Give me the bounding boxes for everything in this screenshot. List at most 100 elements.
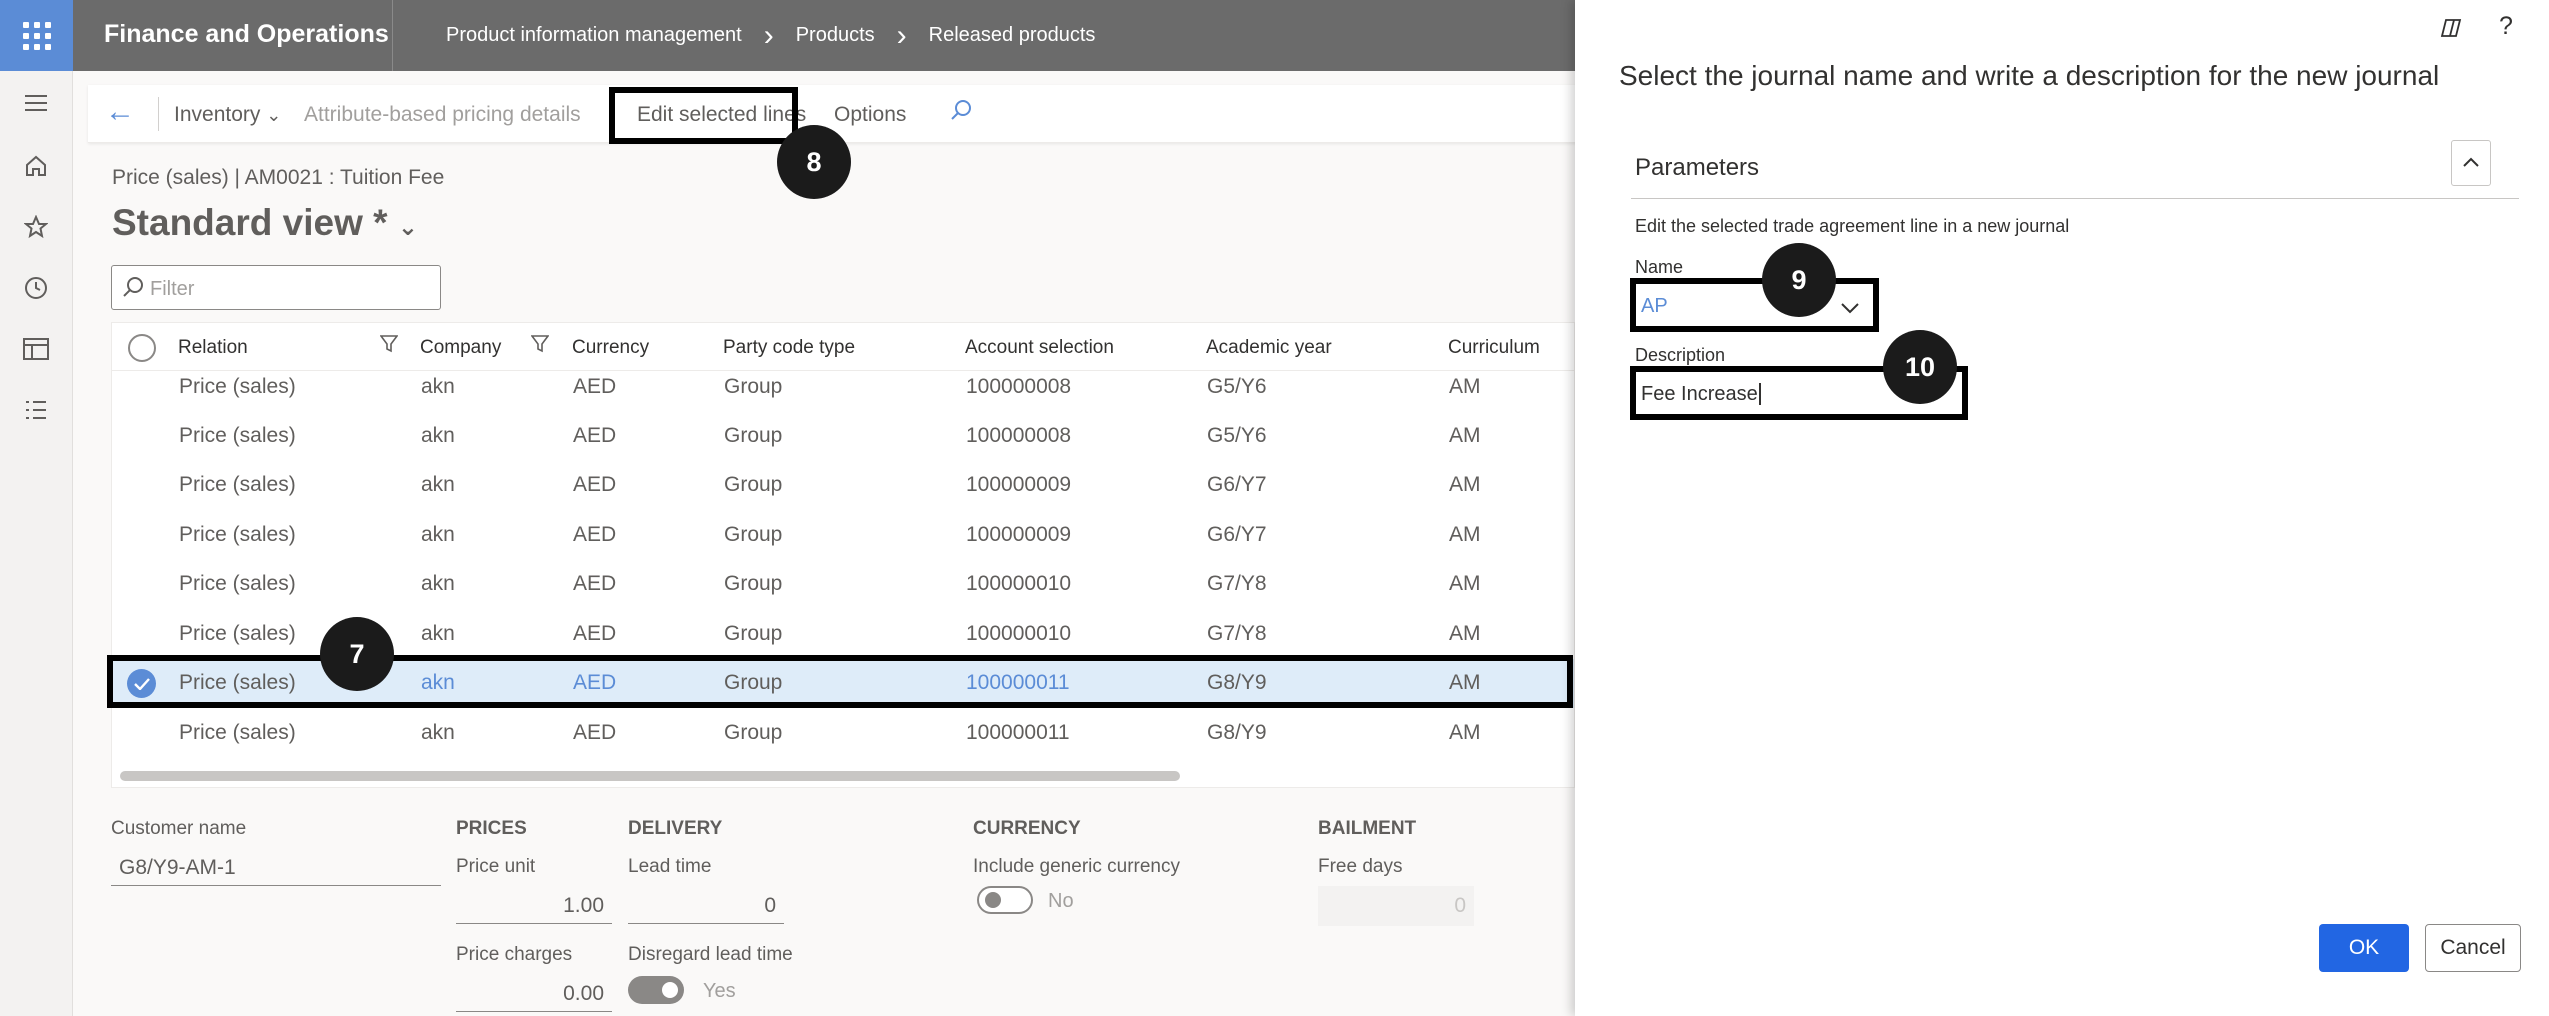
cell-currency: AED xyxy=(573,572,617,595)
breadcrumb-item[interactable]: Product information management xyxy=(446,24,742,47)
include-generic-currency-value: No xyxy=(1048,890,1074,912)
cell-account-selection: 100000008 xyxy=(966,424,1072,447)
step-badge-7: 7 xyxy=(320,617,394,691)
table-row[interactable]: Price (sales) akn AED Group 100000008 G5… xyxy=(112,363,1574,412)
table-row[interactable]: Price (sales) akn AED Group 100000008 G5… xyxy=(112,412,1574,461)
app-title[interactable]: Finance and Operations xyxy=(104,20,389,49)
cell-relation: Price (sales) xyxy=(179,572,296,595)
table-row[interactable]: Price (sales) akn AED Group 100000009 G6… xyxy=(112,461,1574,510)
parameters-header[interactable]: Parameters xyxy=(1635,154,1759,182)
name-label: Name xyxy=(1635,257,1684,277)
filter-icon[interactable] xyxy=(530,335,550,359)
home-icon[interactable] xyxy=(20,150,52,182)
cell-academic-year: G7/Y8 xyxy=(1207,622,1267,645)
bailment-section-title: BAILMENT xyxy=(1318,818,1417,839)
currency-section-title: CURRENCY xyxy=(973,818,1081,839)
search-icon xyxy=(122,276,144,304)
dialog-title: Select the journal name and write a desc… xyxy=(1619,60,2440,91)
cell-currency: AED xyxy=(573,473,617,496)
table-row[interactable]: Price (sales) akn AED Group 100000011 G8… xyxy=(112,709,1574,758)
trade-agreement-grid: Relation Company Currency Party code typ… xyxy=(111,322,1575,788)
cell-currency: AED xyxy=(573,375,617,398)
include-generic-currency-toggle[interactable] xyxy=(977,886,1033,914)
cell-currency: AED xyxy=(573,721,617,744)
column-header-relation[interactable]: Relation xyxy=(178,337,248,359)
cancel-button[interactable]: Cancel xyxy=(2425,924,2521,972)
journal-dialog: ? Select the journal name and write a de… xyxy=(1575,0,2549,1016)
cell-relation: Price (sales) xyxy=(179,721,296,744)
cell-relation: Price (sales) xyxy=(179,622,296,645)
cell-company: akn xyxy=(421,721,455,744)
chevron-down-icon: ⌄ xyxy=(397,214,418,241)
cell-party-code-type: Group xyxy=(724,523,783,546)
cell-account-selection: 100000009 xyxy=(966,523,1072,546)
copilot-icon[interactable] xyxy=(2439,16,2463,47)
collapse-button[interactable] xyxy=(2451,140,2491,186)
cell-party-code-type: Group xyxy=(724,424,783,447)
price-unit-label: Price unit xyxy=(456,856,536,877)
attribute-pricing-button[interactable]: Attribute-based pricing details xyxy=(304,103,581,127)
column-header-company[interactable]: Company xyxy=(420,337,501,359)
highlight-edit-selected-lines xyxy=(609,87,798,144)
table-row[interactable]: Price (sales) akn AED Group 100000010 G7… xyxy=(112,560,1574,609)
cell-account-selection: 100000008 xyxy=(966,375,1072,398)
options-button[interactable]: Options xyxy=(834,103,906,127)
free-days-field: 0 xyxy=(1318,886,1474,926)
breadcrumb-item[interactable]: Products xyxy=(796,24,875,47)
price-charges-label: Price charges xyxy=(456,944,573,965)
column-header-party-code-type[interactable]: Party code type xyxy=(723,337,855,359)
cell-account-selection: 100000010 xyxy=(966,572,1072,595)
hamburger-icon[interactable] xyxy=(20,87,52,119)
lead-time-field[interactable]: 0 xyxy=(628,888,784,924)
cell-account-selection: 100000011 xyxy=(966,721,1070,744)
view-selector[interactable]: Standard view * ⌄ xyxy=(112,202,418,244)
column-header-currency[interactable]: Currency xyxy=(572,337,649,359)
cell-account-selection: 100000009 xyxy=(966,473,1072,496)
cell-relation: Price (sales) xyxy=(179,375,296,398)
column-header-academic-year[interactable]: Academic year xyxy=(1206,337,1332,359)
filter-icon[interactable] xyxy=(379,335,399,359)
delivery-section-title: DELIVERY xyxy=(628,818,723,839)
modules-list-icon[interactable] xyxy=(20,394,52,426)
cell-currency: AED xyxy=(573,523,617,546)
view-title: Standard view * xyxy=(112,202,388,243)
column-header-curriculum[interactable]: Curriculum xyxy=(1448,337,1540,359)
filter-placeholder: Filter xyxy=(150,278,195,300)
clock-icon[interactable] xyxy=(20,272,52,304)
free-days-label: Free days xyxy=(1318,856,1403,877)
chevron-down-icon: ⌄ xyxy=(266,105,282,125)
price-charges-field[interactable]: 0.00 xyxy=(456,976,612,1012)
chevron-right-icon: › xyxy=(763,18,774,52)
price-unit-field[interactable]: 1.00 xyxy=(456,888,612,924)
cell-party-code-type: Group xyxy=(724,473,783,496)
horizontal-scrollbar[interactable] xyxy=(120,771,1180,781)
cell-curriculum: AM xyxy=(1449,721,1481,744)
cell-party-code-type: Group xyxy=(724,572,783,595)
step-badge-10: 10 xyxy=(1883,330,1957,404)
cell-company: akn xyxy=(421,572,455,595)
customer-name-field[interactable]: G8/Y9-AM-1 xyxy=(111,850,441,886)
left-navigation xyxy=(0,71,73,1016)
table-row[interactable]: Price (sales) akn AED Group 100000009 G6… xyxy=(112,511,1574,560)
record-caption: Price (sales) | AM0021 : Tuition Fee xyxy=(112,166,445,189)
back-arrow-icon[interactable]: ← xyxy=(105,95,135,129)
column-header-account-selection[interactable]: Account selection xyxy=(965,337,1114,359)
star-icon[interactable] xyxy=(20,211,52,243)
app-launcher-button[interactable] xyxy=(0,0,73,71)
help-icon[interactable]: ? xyxy=(2499,12,2513,41)
select-all-checkbox[interactable] xyxy=(128,334,156,362)
workspace-icon[interactable] xyxy=(20,333,52,365)
cell-academic-year: G6/Y7 xyxy=(1207,523,1267,546)
inventory-menu[interactable]: Inventory ⌄ xyxy=(174,103,281,127)
search-icon[interactable] xyxy=(950,99,972,127)
disregard-lead-time-toggle[interactable] xyxy=(628,976,684,1004)
line-details: Customer name G8/Y9-AM-1 PRICES Price un… xyxy=(111,800,1575,1016)
include-generic-currency-label: Include generic currency xyxy=(973,856,1180,877)
cell-company: akn xyxy=(421,473,455,496)
filter-input[interactable]: Filter xyxy=(111,265,441,310)
waffle-icon xyxy=(22,21,51,50)
disregard-lead-time-label: Disregard lead time xyxy=(628,944,793,965)
breadcrumb-item[interactable]: Released products xyxy=(929,24,1096,47)
cell-academic-year: G8/Y9 xyxy=(1207,721,1267,744)
ok-button[interactable]: OK xyxy=(2319,924,2409,972)
